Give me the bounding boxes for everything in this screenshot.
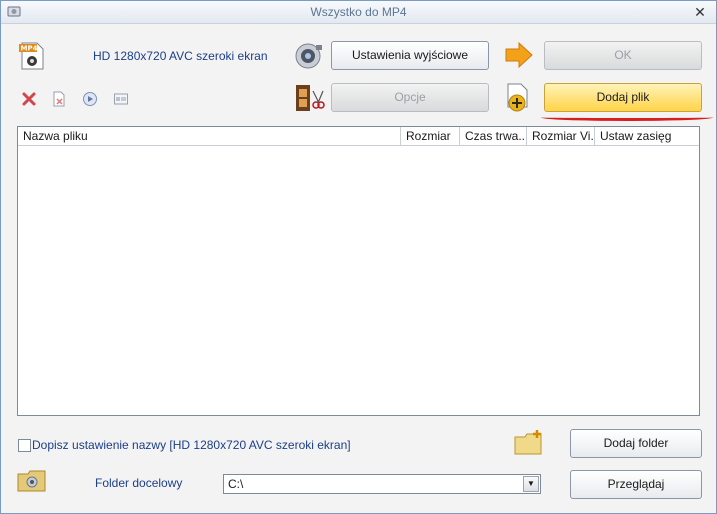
main-window: Wszystko do MP4 ✕ MP4 HD 1280x720 AVC sz…	[0, 0, 717, 514]
column-duration[interactable]: Czas trwa...	[460, 127, 527, 145]
add-file-icon	[507, 83, 528, 112]
destination-label: Folder docelowy	[95, 476, 183, 490]
film-scissors-icon	[296, 85, 325, 111]
file-list[interactable]: Nazwa pliku Rozmiar Czas trwa... Rozmiar…	[17, 126, 700, 416]
play-preview-icon[interactable]	[82, 91, 98, 107]
destination-combobox[interactable]: C:\ ▼	[223, 474, 541, 494]
remove-file-icon[interactable]	[51, 91, 67, 107]
title-bar: Wszystko do MP4 ✕	[1, 1, 716, 24]
browse-button[interactable]: Przeglądaj	[570, 470, 702, 499]
add-folder-icon	[514, 430, 542, 455]
highlight-underline	[541, 114, 713, 121]
column-file-name[interactable]: Nazwa pliku	[18, 127, 401, 145]
profile-label: HD 1280x720 AVC szeroki ekran	[93, 49, 268, 63]
arrow-right-icon	[505, 41, 533, 69]
mp4-file-icon: MP4	[19, 42, 44, 70]
delete-icon[interactable]	[21, 91, 37, 107]
settings-camera-icon	[295, 43, 322, 69]
add-folder-button[interactable]: Dodaj folder	[570, 429, 702, 458]
options-button[interactable]: Opcje	[331, 83, 489, 112]
window-title: Wszystko do MP4	[310, 5, 407, 19]
properties-icon[interactable]	[113, 91, 129, 107]
file-list-header: Nazwa pliku Rozmiar Czas trwa... Rozmiar…	[18, 127, 699, 146]
chevron-down-icon[interactable]: ▼	[523, 476, 539, 492]
destination-value: C:\	[228, 477, 244, 491]
column-video-size[interactable]: Rozmiar Vi...	[527, 127, 595, 145]
column-size[interactable]: Rozmiar	[401, 127, 460, 145]
ok-button[interactable]: OK	[544, 41, 702, 70]
destination-folder-icon	[17, 470, 46, 492]
output-settings-button[interactable]: Ustawienia wyjściowe	[331, 41, 489, 70]
rename-checkbox[interactable]	[18, 439, 31, 452]
column-set-range[interactable]: Ustaw zasięg	[595, 127, 699, 145]
rename-option-label: Dopisz ustawienie nazwy [HD 1280x720 AVC…	[32, 438, 351, 452]
add-file-button[interactable]: Dodaj plik	[544, 83, 702, 112]
close-icon[interactable]: ✕	[692, 4, 708, 20]
mp4-icon-text: MP4	[21, 45, 38, 53]
